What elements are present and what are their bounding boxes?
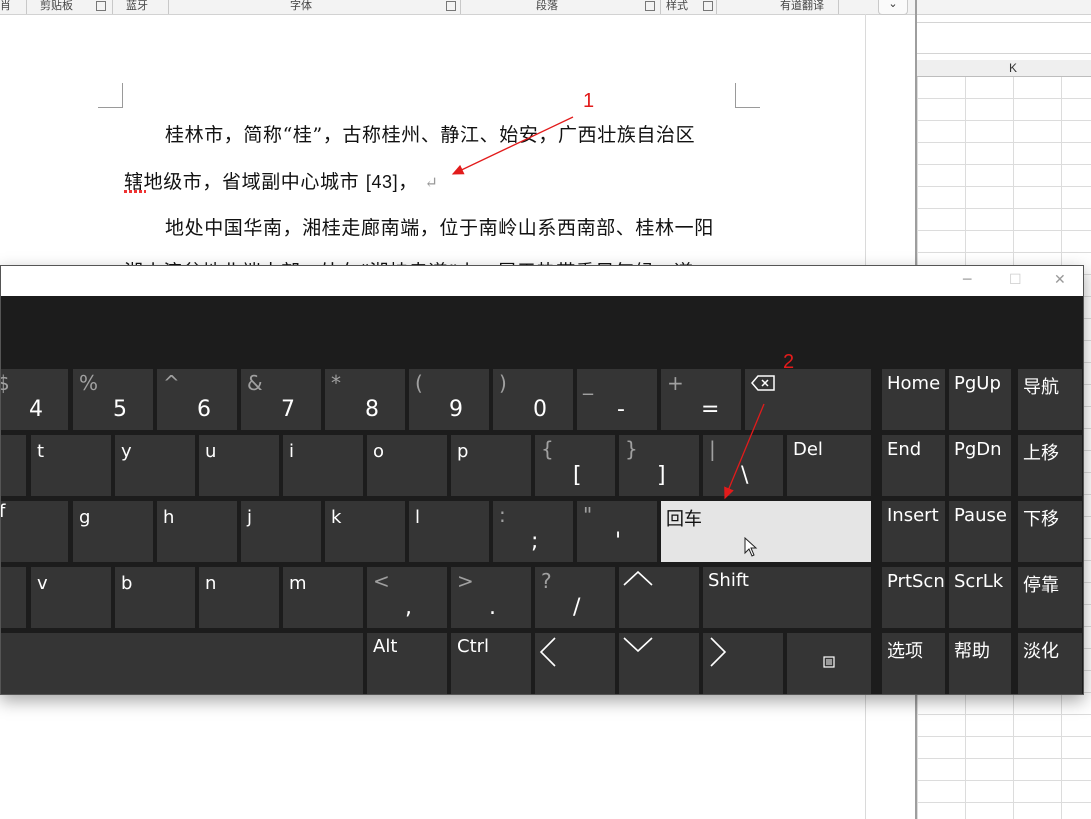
annotation-label-2: 2 xyxy=(783,351,795,373)
annotation-arrow-2 xyxy=(724,403,765,500)
annotation-overlay-2 xyxy=(724,403,765,500)
